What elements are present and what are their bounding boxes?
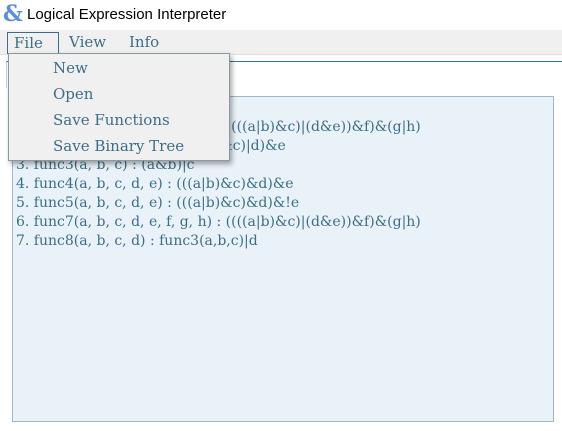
menu-file[interactable]: File [7,32,59,54]
window-title: Logical Expression Interpreter [27,6,227,23]
menu-item-open[interactable]: Open [53,83,93,105]
function-line[interactable]: 6. func7(a, b, c, d, e, f, g, h) : ((((a… [16,213,421,232]
menu-view[interactable]: View [63,32,112,52]
menu-info[interactable]: Info [123,32,165,52]
function-line[interactable]: 5. func5(a, b, c, d, e) : (((a|b)&c)&d)&… [16,194,299,213]
function-line[interactable]: 7. func8(a, b, c, d) : func3(a,b,c)|d [16,232,258,251]
menu-item-save-functions[interactable]: Save Functions [53,109,170,131]
title-bar: & Logical Expression Interpreter [0,0,562,30]
menu-item-new[interactable]: New [53,57,88,79]
file-menu-dropdown: New Open Save Functions Save Binary Tree [8,53,230,161]
menu-item-save-binary-tree[interactable]: Save Binary Tree [53,135,184,157]
menu-bar: File View Info [0,30,562,55]
ampersand-icon: & [3,1,23,27]
function-line[interactable]: 4. func4(a, b, c, d, e) : (((a|b)&c)&d)&… [16,175,294,194]
